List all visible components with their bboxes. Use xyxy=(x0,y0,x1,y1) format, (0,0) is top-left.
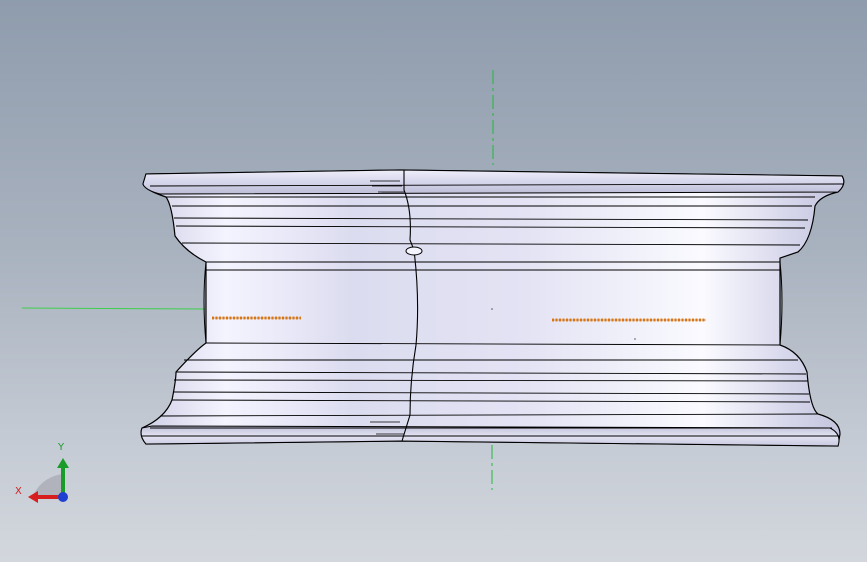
top-flange xyxy=(142,169,845,195)
wheel-rim-model[interactable] xyxy=(140,169,845,447)
x-axis-label: X xyxy=(15,486,22,497)
y-axis-label: Y xyxy=(58,442,65,453)
triad-graphic xyxy=(28,458,69,503)
rim-body xyxy=(140,169,845,447)
model-scene[interactable] xyxy=(0,0,867,562)
center-mark xyxy=(491,308,493,310)
graphics-viewport[interactable]: X Y xyxy=(0,0,867,562)
horizontal-reference-line xyxy=(21,307,206,310)
valve-hole xyxy=(405,246,423,256)
coordinate-triad-icon[interactable]: X Y xyxy=(12,440,82,510)
